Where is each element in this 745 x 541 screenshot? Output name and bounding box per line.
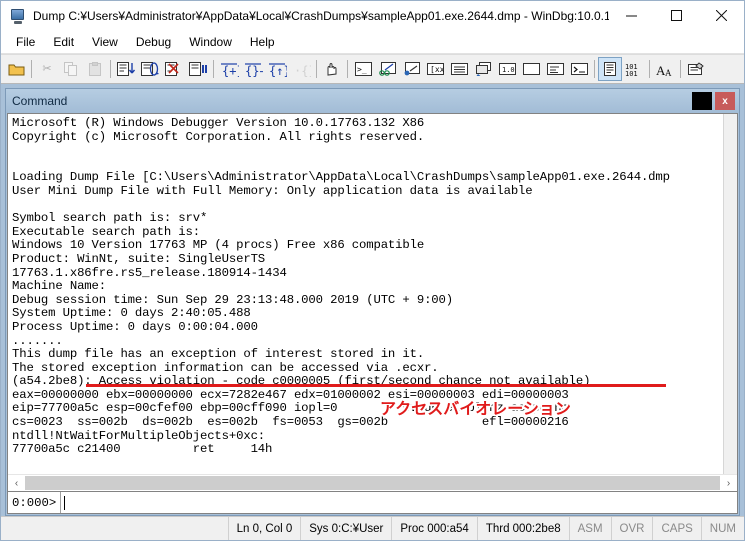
step-into-icon[interactable] (114, 57, 138, 81)
command-window-close-button[interactable]: x (715, 92, 735, 110)
window-title: Dump C:¥Users¥Administrator¥AppData¥Loca… (33, 8, 609, 23)
command-input[interactable] (61, 492, 737, 513)
go-icon[interactable]: {}→ (241, 57, 265, 81)
command-output-wrapper: Microsoft (R) Windows Debugger Version 1… (8, 114, 737, 474)
menu-help[interactable]: Help (241, 32, 284, 52)
stop-debugging-icon[interactable]: ·{} (289, 57, 313, 81)
step-over-icon[interactable] (138, 57, 162, 81)
minimize-button[interactable] (609, 0, 654, 31)
horizontal-scroll-track[interactable] (25, 475, 720, 491)
status-caps: CAPS (652, 517, 700, 540)
maximize-button[interactable] (654, 0, 699, 31)
prompt-label: 0:000> (8, 492, 62, 513)
windbg-window: Dump C:¥Users¥Administrator¥AppData¥Loca… (0, 0, 745, 541)
svg-text:{}→: {}→ (245, 64, 263, 77)
restart-icon[interactable]: {↑} (265, 57, 289, 81)
options-icon[interactable] (684, 57, 708, 81)
shell-window-icon[interactable] (567, 57, 591, 81)
break-icon[interactable]: {+} (217, 57, 241, 81)
registers-window-icon[interactable]: [xx] (423, 57, 447, 81)
title-bar: Dump C:¥Users¥Administrator¥AppData¥Loca… (1, 0, 744, 31)
watch-window-icon[interactable] (375, 57, 399, 81)
scroll-left-button[interactable]: ‹ (8, 475, 25, 491)
vertical-scrollbar[interactable] (723, 114, 737, 474)
menu-view[interactable]: View (83, 32, 127, 52)
windbg-icon (10, 8, 26, 24)
svg-text:{↑}: {↑} (269, 64, 287, 77)
mdi-client-area: Command x Microsoft (R) Windows Debugger… (1, 84, 744, 516)
toolbar: ✂ {+} {}→ {↑} ·{} (1, 54, 744, 84)
svg-text:[xx]: [xx] (430, 65, 444, 74)
cut-icon[interactable]: ✂ (35, 57, 59, 81)
status-num: NUM (700, 517, 744, 540)
status-ovr: OVR (610, 517, 653, 540)
horizontal-scroll-thumb[interactable] (25, 476, 720, 490)
status-thread: Thrd 000:2be8 (476, 517, 569, 540)
numeric-mode-icon[interactable]: 101 101 (622, 57, 646, 81)
horizontal-scrollbar[interactable]: ‹ › (8, 474, 737, 491)
open-dump-icon[interactable] (4, 57, 28, 81)
svg-text:·{}: ·{} (294, 64, 311, 77)
status-asm: ASM (568, 517, 611, 540)
svg-text:A: A (665, 68, 672, 77)
status-system: Sys 0:C:¥User (300, 517, 391, 540)
menu-edit[interactable]: Edit (44, 32, 83, 52)
copy-icon[interactable] (59, 57, 83, 81)
command-window: Command x Microsoft (R) Windows Debugger… (5, 88, 740, 516)
status-line-col: Ln 0, Col 0 (227, 517, 301, 540)
menu-bar: File Edit View Debug Window Help (1, 31, 744, 54)
window-controls (609, 0, 744, 31)
status-message-area (1, 517, 228, 540)
command-prompt-row: 0:000> (7, 492, 738, 514)
locals-window-icon[interactable] (399, 57, 423, 81)
text-caret (64, 495, 66, 510)
run-to-cursor-icon[interactable] (186, 57, 210, 81)
close-button[interactable] (699, 0, 744, 31)
svg-text:101: 101 (625, 70, 638, 77)
command-output-area[interactable]: Microsoft (R) Windows Debugger Version 1… (8, 114, 723, 474)
menu-window[interactable]: Window (180, 32, 241, 52)
svg-text:{+}: {+} (222, 64, 239, 77)
disassembly-window-icon[interactable]: 1.0 (495, 57, 519, 81)
scratch-pad-icon[interactable] (519, 57, 543, 81)
restore-button[interactable] (692, 92, 712, 110)
command-window-title: Command (12, 94, 68, 108)
memory-window-icon[interactable] (447, 57, 471, 81)
svg-text:>_: >_ (357, 65, 367, 74)
status-bar: Ln 0, Col 0 Sys 0:C:¥User Proc 000:a54 T… (1, 516, 744, 540)
source-mode-icon[interactable] (598, 57, 622, 81)
hand-break-icon[interactable] (320, 57, 344, 81)
call-stack-window-icon[interactable] (471, 57, 495, 81)
svg-text:1.0: 1.0 (502, 66, 515, 74)
status-process: Proc 000:a54 (391, 517, 476, 540)
scroll-right-button[interactable]: › (720, 475, 737, 491)
step-out-icon[interactable] (162, 57, 186, 81)
command-window-body: Microsoft (R) Windows Debugger Version 1… (7, 113, 738, 492)
menu-file[interactable]: File (7, 32, 44, 52)
paste-icon[interactable] (83, 57, 107, 81)
command-window-controls: x (692, 92, 739, 110)
menu-debug[interactable]: Debug (127, 32, 180, 52)
processes-window-icon[interactable] (543, 57, 567, 81)
command-window-icon[interactable]: >_ (351, 57, 375, 81)
command-window-titlebar[interactable]: Command x (6, 89, 739, 113)
command-output-text: Microsoft (R) Windows Debugger Version 1… (12, 116, 670, 457)
font-icon[interactable]: AA (653, 57, 677, 81)
